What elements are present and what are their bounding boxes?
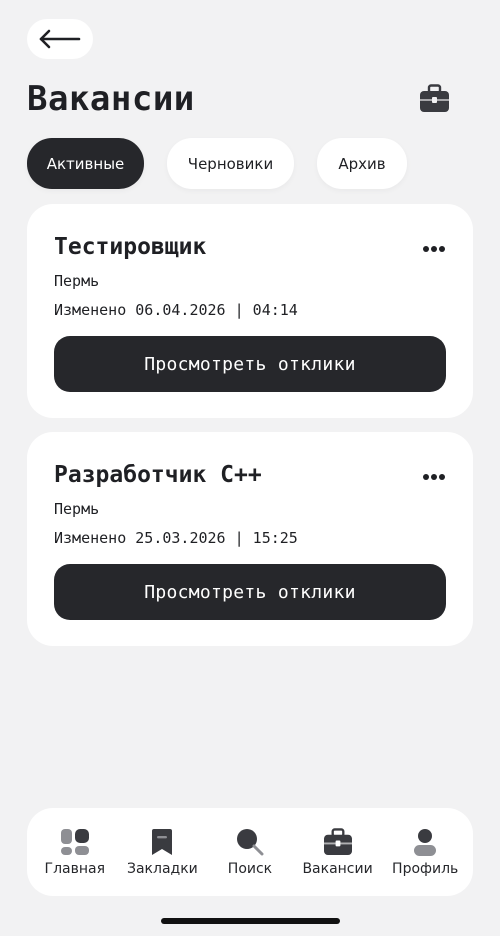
nav-label: Главная [44, 860, 106, 877]
nav-item-vacancies[interactable]: Вакансии [296, 827, 380, 877]
vacancy-status-tabs: Активные Черновики Архив [27, 138, 407, 189]
vacancy-updated-date: Изменено 06.04.2026 | 04:14 [54, 301, 298, 319]
vacancy-card[interactable]: Тестировщик Пермь Изменено 06.04.2026 | … [27, 204, 473, 418]
page-title: Вакансии [27, 79, 195, 119]
nav-item-profile[interactable]: Профиль [383, 828, 467, 877]
vacancy-card[interactable]: Разработчик С++ Пермь Изменено 25.03.202… [27, 432, 473, 646]
vacancy-city: Пермь [54, 500, 100, 518]
more-options-icon[interactable] [422, 466, 446, 485]
tab-archive[interactable]: Архив [317, 138, 407, 189]
briefcase-icon[interactable] [419, 84, 450, 117]
vacancy-title: Тестировщик [54, 234, 207, 260]
nav-label: Поиск [227, 860, 273, 877]
nav-label: Вакансии [302, 860, 373, 877]
bookmark-icon [152, 828, 173, 855]
bottom-navigation: Главная Закладки Поиск Вакансии Профиль [27, 808, 473, 896]
tab-active[interactable]: Активные [27, 138, 144, 189]
profile-icon [414, 828, 437, 856]
home-icon [60, 828, 89, 855]
home-indicator [161, 918, 340, 924]
view-responses-button[interactable]: Просмотреть отклики [54, 336, 446, 392]
nav-item-home[interactable]: Главная [33, 828, 117, 877]
tab-drafts[interactable]: Черновики [167, 138, 294, 189]
nav-label: Закладки [127, 860, 198, 877]
view-responses-button[interactable]: Просмотреть отклики [54, 564, 446, 620]
search-icon [236, 828, 264, 855]
vacancy-updated-date: Изменено 25.03.2026 | 15:25 [54, 529, 298, 547]
vacancy-title: Разработчик С++ [54, 462, 262, 488]
more-options-icon[interactable] [422, 238, 446, 257]
nav-item-bookmarks[interactable]: Закладки [120, 828, 204, 877]
back-button[interactable] [27, 19, 93, 59]
briefcase-icon [323, 827, 352, 855]
vacancy-city: Пермь [54, 272, 100, 290]
nav-label: Профиль [392, 860, 459, 877]
arrow-left-icon [39, 29, 81, 49]
nav-item-search[interactable]: Поиск [208, 828, 292, 877]
